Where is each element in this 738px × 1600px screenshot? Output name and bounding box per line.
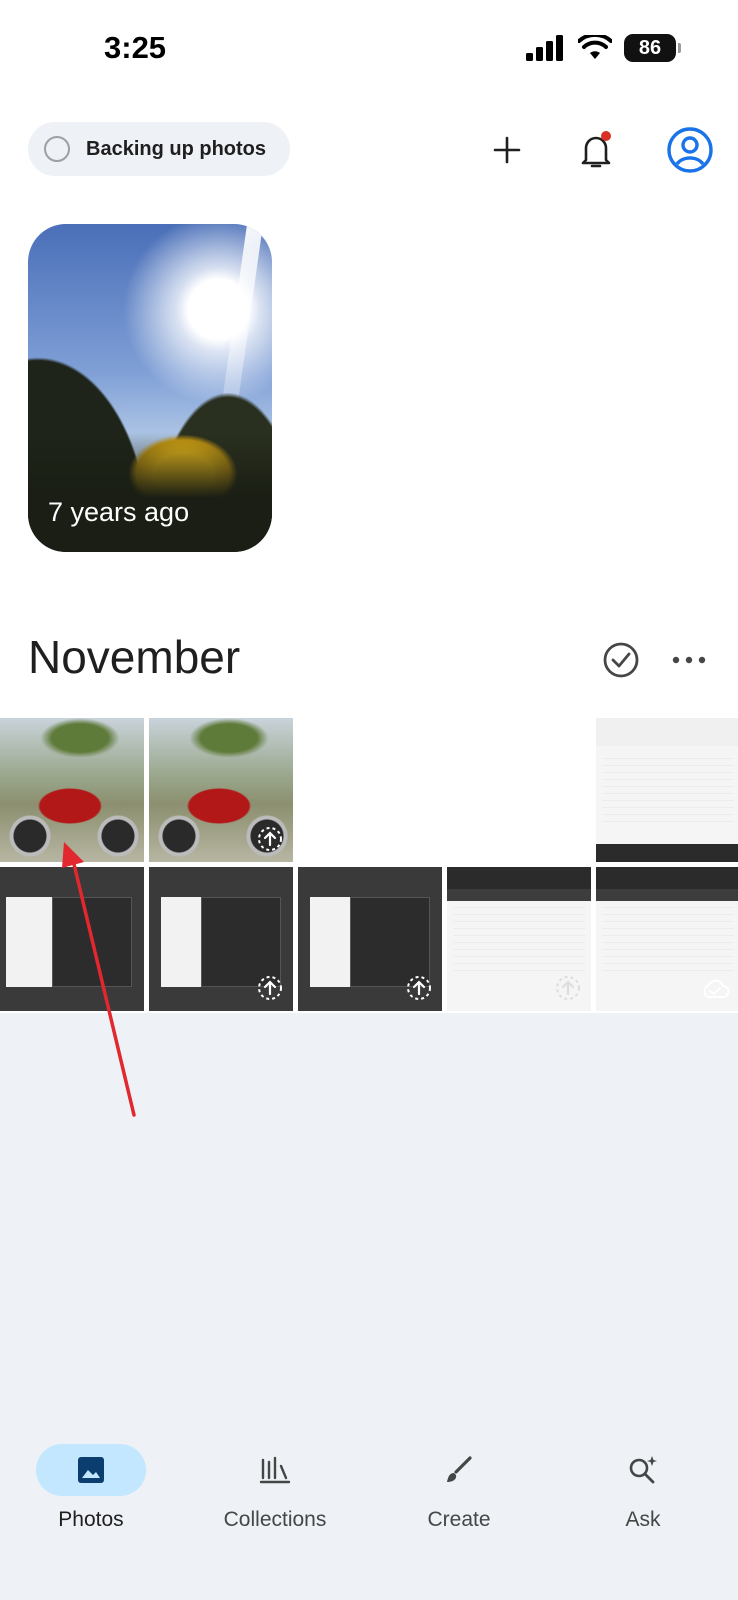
nav-photos-pill — [36, 1444, 146, 1496]
add-icon — [493, 136, 521, 164]
photo-thumbnail[interactable] — [596, 867, 738, 1011]
signal-icon — [526, 35, 563, 61]
screenshot-titlebar — [447, 867, 591, 889]
more-icon — [672, 656, 706, 664]
nav-photos[interactable]: Photos — [11, 1444, 171, 1532]
backup-status-label: Backing up photos — [86, 137, 266, 160]
screenshot-dialog — [350, 897, 430, 987]
nav-ask[interactable]: Ask — [563, 1444, 723, 1532]
wifi-icon — [578, 35, 612, 59]
photo-thumbnail[interactable] — [447, 718, 591, 862]
nav-ask-label: Ask — [625, 1508, 661, 1531]
ask-sparkle-icon — [629, 1456, 657, 1484]
uploading-icon — [407, 976, 431, 1000]
screenshot-dialog — [201, 897, 281, 987]
add-button[interactable] — [481, 124, 533, 176]
screenshot-dock — [596, 844, 738, 862]
select-check-icon — [603, 642, 639, 678]
account-button[interactable] — [664, 124, 716, 176]
memory-label: 7 years ago — [48, 497, 190, 527]
section-more-button[interactable] — [665, 636, 713, 684]
bottom-navigation: Photos Collections Create Ask — [0, 1400, 738, 1600]
nav-collections-label: Collections — [223, 1508, 327, 1531]
screenshot-titlebar — [596, 867, 738, 889]
bell-icon — [581, 131, 611, 168]
photo-tree — [189, 718, 269, 758]
screenshot-dialog — [52, 897, 132, 987]
status-icons: 86 — [526, 34, 681, 62]
screenshot-sheet — [453, 907, 585, 977]
photo-thumbnail[interactable] — [298, 718, 442, 862]
screenshot-toolbar — [596, 889, 738, 901]
screenshot-sheet — [602, 758, 734, 828]
notifications-button[interactable] — [570, 124, 622, 176]
empty-area — [0, 1013, 738, 1443]
photo-thumbnail[interactable] — [149, 718, 293, 862]
screenshot-toolbar — [447, 889, 591, 901]
photo-thumbnail[interactable] — [447, 867, 591, 1011]
photo-thumbnail[interactable] — [596, 718, 738, 862]
memory-card[interactable]: 7 years ago — [28, 224, 272, 552]
uploading-icon — [556, 976, 580, 1000]
nav-create-pill — [404, 1444, 514, 1496]
collections-icon — [259, 1456, 291, 1484]
backup-progress-icon — [44, 136, 70, 162]
photo-thumbnail[interactable] — [149, 867, 293, 1011]
nav-photos-label: Photos — [58, 1508, 124, 1531]
photo-thumbnail[interactable] — [298, 867, 442, 1011]
nav-collections[interactable]: Collections — [195, 1444, 355, 1532]
account-icon — [667, 127, 713, 173]
photo-tree — [40, 718, 120, 758]
brush-icon — [447, 1456, 472, 1482]
backup-status-chip[interactable]: Backing up photos — [28, 122, 290, 176]
top-app-bar: Backing up photos — [0, 120, 738, 180]
status-bar: 3:25 86 — [0, 0, 738, 100]
status-time: 3:25 — [104, 30, 167, 65]
photo-icon — [78, 1457, 104, 1483]
photo-grid — [0, 718, 738, 1013]
nav-create-label: Create — [427, 1508, 491, 1531]
screenshot-toolbar — [596, 718, 738, 746]
nav-create[interactable]: Create — [379, 1444, 539, 1532]
uploading-icon — [258, 976, 282, 1000]
nav-collections-pill — [220, 1444, 330, 1496]
battery-indicator: 86 — [624, 34, 681, 62]
screenshot-sheet — [602, 907, 734, 977]
screenshot-panel — [6, 897, 54, 987]
photo-thumbnail[interactable] — [0, 867, 144, 1011]
memory-overlay — [28, 432, 272, 552]
nav-ask-pill — [588, 1444, 698, 1496]
section-title: November — [28, 631, 241, 683]
photo-thumbnail[interactable] — [0, 718, 144, 862]
select-section-button[interactable] — [597, 636, 645, 684]
cloud-done-icon — [703, 979, 730, 998]
uploading-icon — [258, 827, 282, 851]
